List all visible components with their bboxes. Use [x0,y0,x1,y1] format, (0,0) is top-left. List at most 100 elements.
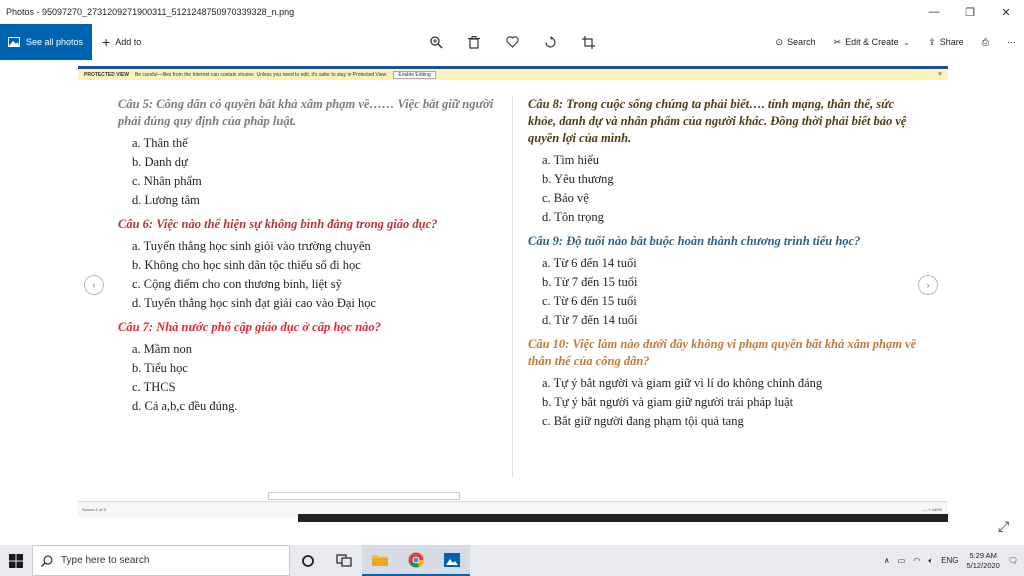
answer-option: b. Không cho học sinh dân tộc thiểu số đ… [132,258,361,272]
gallery-icon [8,37,20,47]
answer-option: b. Yêu thương [542,172,614,186]
chevron-up-icon[interactable]: ∧ [884,556,890,565]
protected-view-message: Be careful—files from the Internet can c… [135,71,388,78]
question-spacer [528,431,918,437]
battery-icon[interactable]: ▭ [898,556,906,565]
system-tray: ∧ ▭ ◠ 🔈︎ ENG 5:29 AM 5/12/2020 🗨︎ [884,545,1024,576]
share-button[interactable]: ⇪ Share [928,37,964,48]
enable-editing-button[interactable]: Enable Editing [393,70,436,79]
close-button[interactable]: ✕ [988,0,1024,24]
protected-view-bar: PROTECTED VIEW Be careful—files from the… [78,66,948,80]
edit-create-button[interactable]: ✂ Edit & Create ⌄ [834,37,911,48]
column-divider [512,96,513,478]
left-column: Câu 5: Công dân có quyền bất khả xâm phạ… [118,96,508,422]
rotate-icon[interactable] [542,34,558,50]
horizontal-scrollbar[interactable] [268,492,460,500]
see-all-photos-button[interactable]: See all photos [0,24,92,60]
notifications-icon[interactable]: 🗨︎ [1008,556,1018,565]
plus-icon: + [102,34,111,50]
task-view-icon[interactable] [326,545,362,576]
minimize-button[interactable]: — [916,0,952,24]
start-button[interactable] [0,545,32,576]
add-to-button[interactable]: + Add to [92,34,141,50]
print-button[interactable]: ⎙ [982,37,989,48]
edit-create-label: Edit & Create [845,37,899,47]
toolbar-actions [428,24,596,60]
clock[interactable]: 5:29 AM 5/12/2020 [966,551,999,571]
add-to-label: Add to [115,37,142,47]
answer-option: a. Từ 6 đến 14 tuổi [542,256,637,270]
taskbar: Type here to search ∧ ▭ ◠ 🔈︎ ENG 5:29 AM… [0,545,1024,576]
answer-option: b. Danh dự [132,155,188,169]
close-icon[interactable]: × [938,71,948,78]
taskbar-search-placeholder: Type here to search [61,555,150,566]
more-button[interactable]: ··· [1007,37,1016,47]
answer-option: c. Từ 6 đến 15 tuổi [542,294,637,308]
favorite-icon[interactable] [504,34,520,50]
right-column: Câu 8: Trong cuộc sống chúng ta phải biế… [528,96,918,437]
photo-viewer: PROTECTED VIEW Be careful—files from the… [0,60,1024,545]
chevron-down-icon: ⌄ [902,36,911,47]
input-language[interactable]: ENG [941,556,958,565]
question-text: Câu 8: Trong cuộc sống chúng ta phải biế… [528,97,907,145]
toolbar-right: ⊙ Search ✂ Edit & Create ⌄ ⇪ Share ⎙ ··· [776,24,1016,60]
print-icon: ⎙ [981,36,989,47]
answer-option: a. Tìm hiểu [542,153,600,167]
answer-option: a. Tuyển thẳng học sinh giỏi vào trường … [132,239,371,253]
toolbar: See all photos + Add to ⊙ Search ✂ Edit … [0,24,1024,60]
question-text: Câu 7: Nhà nước phổ cập giáo dục ở cấp h… [118,320,381,334]
volume-icon[interactable]: 🔈︎ [928,556,933,566]
network-icon[interactable]: ◠ [913,556,920,565]
maximize-button[interactable]: ❐ [952,0,988,24]
page-indicator: Screen 1 of 3 [82,507,106,512]
document-page: Câu 5: Công dân có quyền bất khả xâm phạ… [108,96,916,516]
taskbar-search-box[interactable]: Type here to search [32,545,290,576]
answer-option: d. Lương tâm [132,193,200,207]
answer-option: a. Mầm non [132,342,193,356]
cortana-icon[interactable] [290,545,326,576]
file-explorer-icon[interactable] [362,545,398,576]
share-label: Share [939,37,964,47]
answer-option: c. Bắt giữ người đang phạm tội quả tang [542,414,744,428]
answer-option: c. Cộng điểm cho con thương binh, liệt s… [132,277,342,291]
answer-option: b. Tự ý bắt người và giam giữ người trái… [542,395,794,409]
title-bar: Photos - 95097270_2731209271900311_51212… [0,0,1024,24]
crop-icon[interactable] [580,34,596,50]
answer-option: c. THCS [132,380,176,394]
clock-date: 5/12/2020 [966,560,1000,570]
previous-photo-button[interactable]: ‹ [84,275,104,295]
delete-icon[interactable] [466,34,482,50]
question-spacer [118,416,508,422]
embedded-taskbar [298,514,948,522]
answer-option: c. Bảo vệ [542,191,589,205]
window-title: Photos - 95097270_2731209271900311_51212… [6,7,295,17]
expand-icon[interactable]: ⤢ [998,518,1009,535]
search-icon [41,554,53,567]
windows-icon [9,553,23,568]
next-photo-button[interactable]: › [918,275,938,295]
zoom-level: — + 160% [923,507,942,512]
see-all-label: See all photos [26,37,84,47]
answer-option: c. Nhân phẩm [132,174,202,188]
clock-time: 5:29 AM [969,550,997,560]
answer-option: a. Thân thể [132,136,188,150]
protected-view-label: PROTECTED VIEW [84,71,130,78]
question-text: Câu 10: Việc làm nào dưới đây không vi p… [528,337,917,368]
answer-option: d. Từ 7 đến 14 tuổi [542,313,638,327]
question-text: Câu 6: Việc nào thể hiện sự không bình đ… [118,217,438,231]
answer-option: b. Tiểu học [132,361,188,375]
question-text: Câu 5: Công dân có quyền bất khả xâm phạ… [118,97,494,128]
zoom-icon[interactable] [428,34,444,50]
search-icon: ⊙ [775,36,784,47]
answer-option: d. Tôn trọng [542,210,604,224]
answer-option: a. Tự ý bắt người và giam giữ vì lí do k… [542,376,823,390]
search-button[interactable]: ⊙ Search [776,37,816,48]
answer-option: b. Từ 7 đến 15 tuổi [542,275,638,289]
edit-icon: ✂ [833,36,842,47]
question-text: Câu 9: Độ tuổi nào bắt buộc hoàn thành c… [528,234,861,248]
photos-icon[interactable] [434,545,470,576]
answer-option: d. Cả a,b,c đều đúng. [132,399,238,413]
share-icon: ⇪ [928,36,936,47]
search-label: Search [787,37,816,47]
chrome-icon[interactable] [398,545,434,576]
